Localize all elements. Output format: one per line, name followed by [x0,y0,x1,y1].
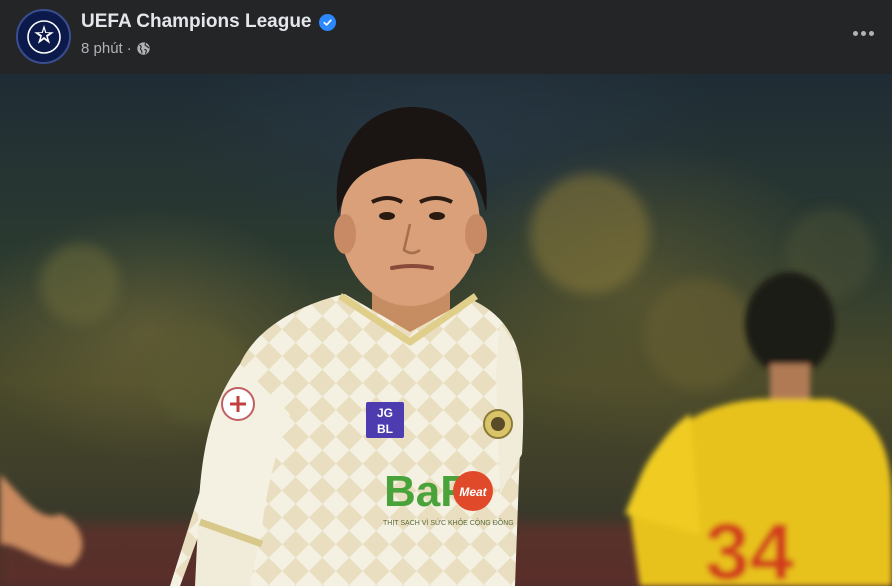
chest-logo: JG BL [366,402,404,438]
svg-text:JG: JG [377,406,393,420]
facebook-post: UEFA Champions League 8 phút · 34 JG BL … [0,0,892,586]
page-name[interactable]: UEFA Champions League [81,11,336,33]
sponsor-badge-text: Meat [459,485,487,499]
globe-icon[interactable] [136,41,151,56]
meta-separator: · [126,40,132,57]
football-player-photo: 34 JG BL BaF Meat THỊT SẠCH VÌ SỨC KHỎE … [0,106,892,586]
post-photo[interactable]: 34 JG BL BaF Meat THỊT SẠCH VÌ SỨC KHỎE … [0,74,892,586]
more-options-icon[interactable] [846,18,880,48]
svg-text:BL: BL [377,422,393,436]
post-meta: 8 phút · [81,40,151,57]
post-timestamp[interactable]: 8 phút [81,40,123,57]
verified-badge-icon [318,13,336,31]
champions-league-starball-logo [26,19,61,54]
post-header: UEFA Champions League 8 phút · [0,0,892,74]
page-name-text[interactable]: UEFA Champions League [81,11,312,33]
page-avatar[interactable] [16,9,71,64]
opponent-shirt-number: 34 [705,507,794,586]
